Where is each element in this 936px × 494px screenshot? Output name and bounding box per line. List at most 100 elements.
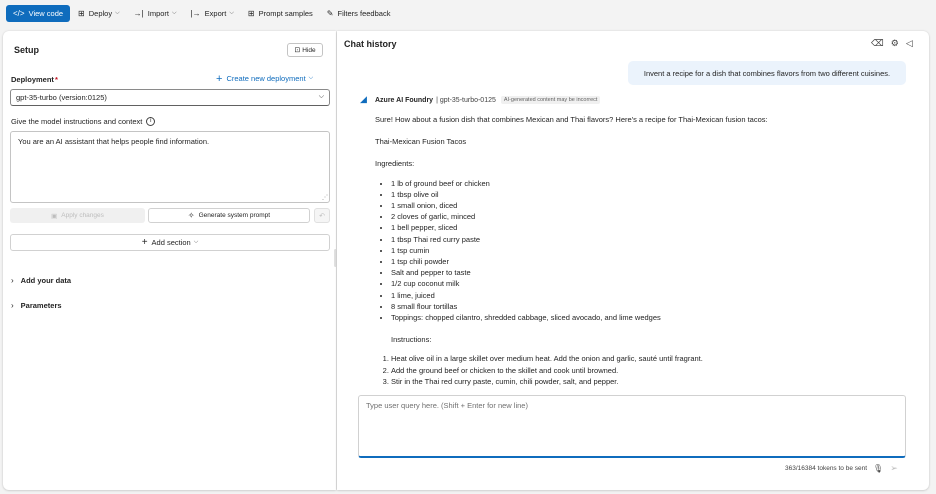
list-item: Heat olive oil in a large skillet over m… [391,353,895,364]
grid-icon: ⊞ [247,8,255,18]
user-message: Invent a recipe for a dish that combines… [628,61,906,85]
send-icon[interactable]: ➢ [890,463,898,474]
chevron-down-icon: ⌵ [229,9,234,16]
list-item: 1 bell pepper, sliced [391,222,895,233]
import-button[interactable]: →| Import ⌵ [128,5,183,22]
export-icon: |→ [190,8,201,18]
view-code-label: View code [28,8,64,18]
import-label: Import [147,8,170,18]
dish-title: Thai-Mexican Fusion Tacos [375,137,467,147]
user-message-text: Invent a recipe for a dish that combines… [643,68,891,78]
token-count: 363/16384 tokens to be sent [785,465,868,472]
add-section-label: Add section [151,238,191,247]
deployment-label: Deployment* [11,75,58,84]
add-section-button[interactable]: + Add section ⌵ [10,234,330,251]
speaker-icon[interactable]: ◁ [906,38,913,49]
export-label: Export [204,8,227,18]
panel-collapse-icon: ⊡ [294,47,301,54]
list-item: 1 tsp chili powder [391,256,895,267]
bot-message: Sure! How about a fusion dish that combi… [375,114,895,387]
plus-icon: + [141,237,148,248]
list-item: 1 small onion, diced [391,200,895,211]
prompt-samples-button[interactable]: ⊞ Prompt samples [242,5,319,22]
chat-input-placeholder: Type user query here. (Shift + Enter for… [366,401,528,410]
export-button[interactable]: |→ Export ⌵ [185,5,240,22]
ingredients-list: 1 lb of ground beef or chicken 1 tbsp ol… [383,178,895,324]
create-new-deployment-link[interactable]: + Create new deployment ⌵ [216,72,314,85]
import-icon: →| [133,8,144,18]
chat-actions: ⌫ ⚙ ◁ [871,38,913,49]
instructions-heading: Instructions: [391,335,432,345]
list-item: 2 cloves of garlic, minced [391,211,895,222]
resize-grip-icon[interactable]: ⋰ [322,194,328,201]
list-item: 8 small flour tortillas [391,301,895,312]
ai-generated-badge: AI-generated content may be incorrect [500,96,601,104]
list-item: Add the ground beef or chicken to the sk… [391,365,895,376]
deployment-value: gpt-35-turbo (version:0125) [16,93,107,102]
undo-icon: ↶ [319,212,325,220]
parameters-label: Parameters [20,301,62,310]
hide-label: Hide [302,46,316,54]
bot-model: | gpt-35-turbo-0125 [436,96,496,104]
feedback-icon: ✎ [326,8,334,18]
create-new-deployment-label: Create new deployment [226,74,306,83]
settings-icon[interactable]: ⚙ [891,38,899,49]
sparkle-icon: ✧ [187,211,195,220]
list-item: 1 tbsp olive oil [391,189,895,200]
add-your-data-label: Add your data [20,276,72,285]
azure-ai-foundry-icon: ◢ [360,94,367,104]
chevron-right-icon: › [11,276,14,285]
list-item: Stir in the Thai red curry paste, cumin,… [391,376,895,387]
instructions-label-text: Give the model instructions and context [11,117,143,126]
list-item: Salt and pepper to taste [391,267,895,278]
system-prompt-textarea[interactable]: You are an AI assistant that helps peopl… [10,131,330,203]
bot-intro: Sure! How about a fusion dish that combi… [375,115,768,124]
chat-history-title: Chat history [344,39,397,49]
info-icon[interactable]: i [146,117,156,126]
filters-feedback-label: Filters feedback [337,8,391,18]
hide-button[interactable]: ⊡ Hide [287,43,323,57]
chat-input[interactable]: Type user query here. (Shift + Enter for… [358,395,906,458]
code-icon: </> [13,8,25,18]
deployment-label-text: Deployment [11,75,54,84]
filters-feedback-button[interactable]: ✎ Filters feedback [321,5,397,22]
instructions-label: Give the model instructions and context … [11,117,156,126]
list-item: 1 lb of ground beef or chicken [391,178,895,189]
generate-system-prompt-button[interactable]: ✧ Generate system prompt [148,208,310,223]
list-item: 1 tsp cumin [391,245,895,256]
microphone-icon[interactable]: 🎙 [873,464,883,473]
cube-icon: ⊞ [78,8,85,18]
chevron-down-icon: ⌵ [318,93,324,100]
list-item: 1 lime, juiced [391,290,895,301]
save-icon: ▣ [51,212,58,220]
required-marker: * [54,75,58,84]
deploy-button[interactable]: ⊞ Deploy ⌵ [72,5,126,22]
plus-icon: + [216,72,223,85]
undo-button[interactable]: ↶ [314,208,330,223]
clear-chat-icon[interactable]: ⌫ [871,38,884,49]
view-code-button[interactable]: </> View code [6,4,71,22]
chevron-down-icon: ⌵ [115,9,120,16]
deploy-label: Deploy [88,8,113,18]
system-prompt-text: You are an AI assistant that helps peopl… [18,137,210,146]
chevron-down-icon: ⌵ [172,9,177,16]
steps-list: Heat olive oil in a large skillet over m… [383,353,895,387]
top-toolbar: </> View code ⊞ Deploy ⌵ →| Import ⌵ |→ … [0,0,936,26]
list-item: 1/2 cup coconut milk [391,278,895,289]
apply-changes-button[interactable]: ▣ Apply changes [10,208,145,223]
bot-name: Azure AI Foundry [375,96,434,104]
generate-system-prompt-label: Generate system prompt [198,212,271,219]
prompt-samples-label: Prompt samples [258,8,313,18]
chevron-down-icon: ⌵ [308,75,314,81]
bot-message-header: Azure AI Foundry | gpt-35-turbo-0125 AI-… [375,96,601,104]
parameters-expander[interactable]: › Parameters [11,301,62,310]
setup-title: Setup [14,45,40,55]
list-item: Toppings: chopped cilantro, shredded cab… [391,312,895,323]
apply-changes-label: Apply changes [61,212,104,219]
chevron-down-icon: ⌵ [193,239,199,245]
add-your-data-expander[interactable]: › Add your data [11,276,71,285]
deployment-select[interactable]: gpt-35-turbo (version:0125) ⌵ [10,89,330,106]
list-item: 1 tbsp Thai red curry paste [391,234,895,245]
chevron-right-icon: › [11,301,14,310]
token-info: 363/16384 tokens to be sent 🎙 ➢ [785,463,898,474]
